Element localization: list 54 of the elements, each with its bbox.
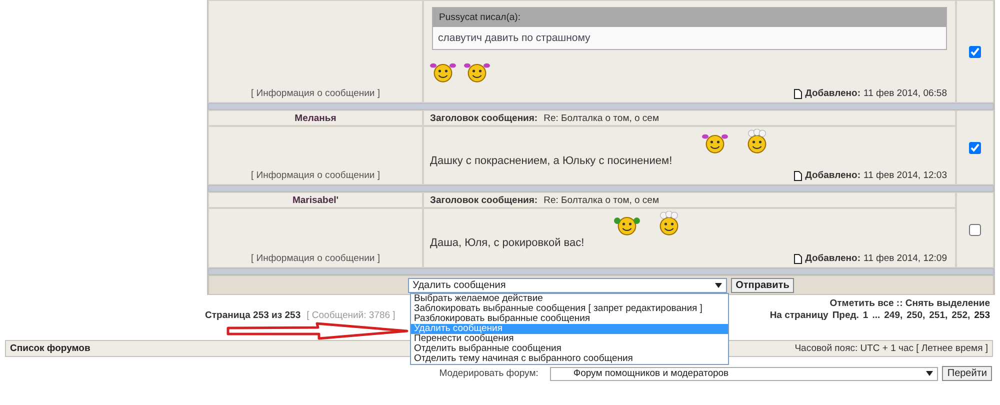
dropdown-arrow-icon [714,282,722,288]
dropdown-option[interactable]: Разблокировать выбранные сообщения [411,314,728,324]
dropdown-option[interactable]: Перенести сообщения [411,334,728,344]
dropdown-option[interactable]: Отделить тему начиная с выбранного сообщения [411,354,728,364]
page-gap: ... [872,310,880,321]
info-link[interactable]: [ Информация о сообщении ] [250,253,380,264]
page-link[interactable]: 251, [929,310,948,321]
forum-list-link[interactable]: Список форумов [10,343,90,354]
posted-label: Добавлено: [805,253,861,264]
author-name[interactable]: Marisabel' [292,194,339,206]
message-text: Даша, Юля, с рокировкой вас! [430,237,584,249]
info-link[interactable]: [ Информация о сообщении ] [250,170,380,181]
post-checkbox[interactable] [969,224,981,236]
info-link[interactable]: [ Информация о сообщении ] [250,88,380,99]
mark-all-link[interactable]: Отметить все [830,298,894,309]
subject-text: Re: Болталка о том, о сем [544,194,659,206]
pagination-label: На страницу [770,310,828,321]
unmark-all-link[interactable]: Снять выделение [905,298,990,309]
timezone-text: Часовой пояс: UTC + 1 час [ Летнее время ] [794,343,988,354]
posted-label: Добавлено: [805,170,861,181]
post-checkbox[interactable] [969,142,981,154]
moderate-forum-label: Модерировать форум: [439,368,538,379]
page-link[interactable]: 1 [862,310,868,321]
dropdown-arrow-icon [926,371,934,376]
posted-date: 11 фев 2014, 12:03 [864,170,947,181]
dropdown-option[interactable]: Выбрать желаемое действие [411,294,728,304]
posted-date: 11 фев 2014, 06:58 [864,88,947,99]
document-icon [794,170,802,180]
posted-date: 11 фев 2014, 12:09 [864,253,947,264]
go-button[interactable]: Перейти [942,366,992,381]
subject-text: Re: Болталка о том, о сем [544,112,659,124]
document-icon [794,254,802,264]
current-page: 253 [974,310,990,321]
page-indicator: Страница 253 из 253 [205,310,301,321]
quote-text: славутич давить по страшному [433,27,946,49]
submit-button[interactable]: Отправить [730,278,794,292]
posted-label: Добавлено: [805,88,861,99]
subject-label: Заголовок сообщения: [430,112,538,124]
post-checkbox[interactable] [969,46,981,58]
author-name[interactable]: Меланья [294,112,336,124]
page-link[interactable]: 252, [952,310,970,321]
quote-author: Pussycat писал(а): [433,8,946,27]
post-count: [ Сообщений: 3786 ] [306,310,396,321]
page-link[interactable]: 249, [884,310,903,321]
forum-select[interactable]: Форум помощников и модераторов [550,366,938,380]
action-select[interactable]: Удалить сообщения [408,278,727,292]
page-link[interactable]: 250, [906,310,926,321]
page-link[interactable]: Пред. [832,310,859,321]
separator-text: :: [896,298,903,309]
dropdown-option[interactable]: Заблокировать выбранные сообщения [ запрет редактирования ] [411,304,728,314]
dropdown-option[interactable]: Отделить выбранные сообщения [411,344,728,354]
document-icon [794,88,802,98]
message-text: Дашку с покраснением, а Юльку с посинением! [430,155,672,167]
subject-label: Заголовок сообщения: [430,194,538,206]
